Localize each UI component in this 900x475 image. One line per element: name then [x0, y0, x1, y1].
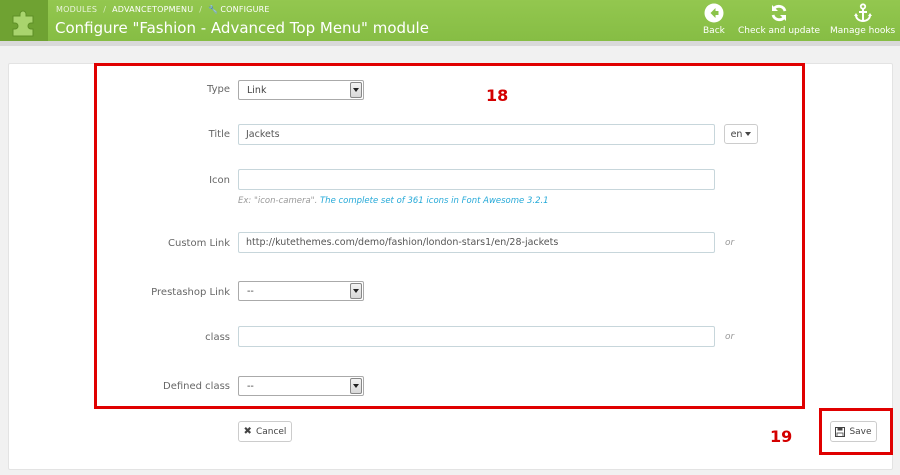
annotation-box-19	[819, 408, 893, 455]
header-bar: MODULES / ADVANCETOPMENU / 🔧 CONFIGURE Co…	[0, 0, 900, 41]
breadcrumb-advancetopmenu[interactable]: ADVANCETOPMENU	[112, 5, 193, 14]
back-button[interactable]: Back	[703, 3, 725, 36]
annotation-label-18: 18	[486, 86, 509, 105]
breadcrumb: MODULES / ADVANCETOPMENU / 🔧 CONFIGURE	[56, 5, 270, 14]
cancel-label: Cancel	[255, 426, 287, 437]
anchor-icon	[853, 3, 872, 23]
back-label: Back	[703, 26, 725, 36]
annotation-box-18	[94, 63, 805, 409]
close-icon: ✖	[243, 426, 252, 437]
annotation-label-19: 19	[770, 427, 793, 446]
manage-hooks-button[interactable]: Manage hooks	[830, 3, 895, 36]
cancel-button[interactable]: ✖ Cancel	[238, 421, 292, 442]
page-title: Configure "Fashion - Advanced Top Menu" …	[55, 19, 429, 37]
manage-hooks-label: Manage hooks	[830, 26, 896, 36]
check-update-label: Check and update	[738, 26, 821, 36]
breadcrumb-configure[interactable]: 🔧 CONFIGURE	[208, 5, 269, 14]
wrench-icon: 🔧	[208, 5, 219, 14]
header-divider	[0, 41, 900, 46]
breadcrumb-modules[interactable]: MODULES	[56, 5, 97, 14]
module-puzzle-icon	[0, 0, 48, 41]
refresh-icon	[771, 4, 787, 22]
back-icon	[704, 3, 724, 23]
check-update-button[interactable]: Check and update	[738, 3, 820, 36]
